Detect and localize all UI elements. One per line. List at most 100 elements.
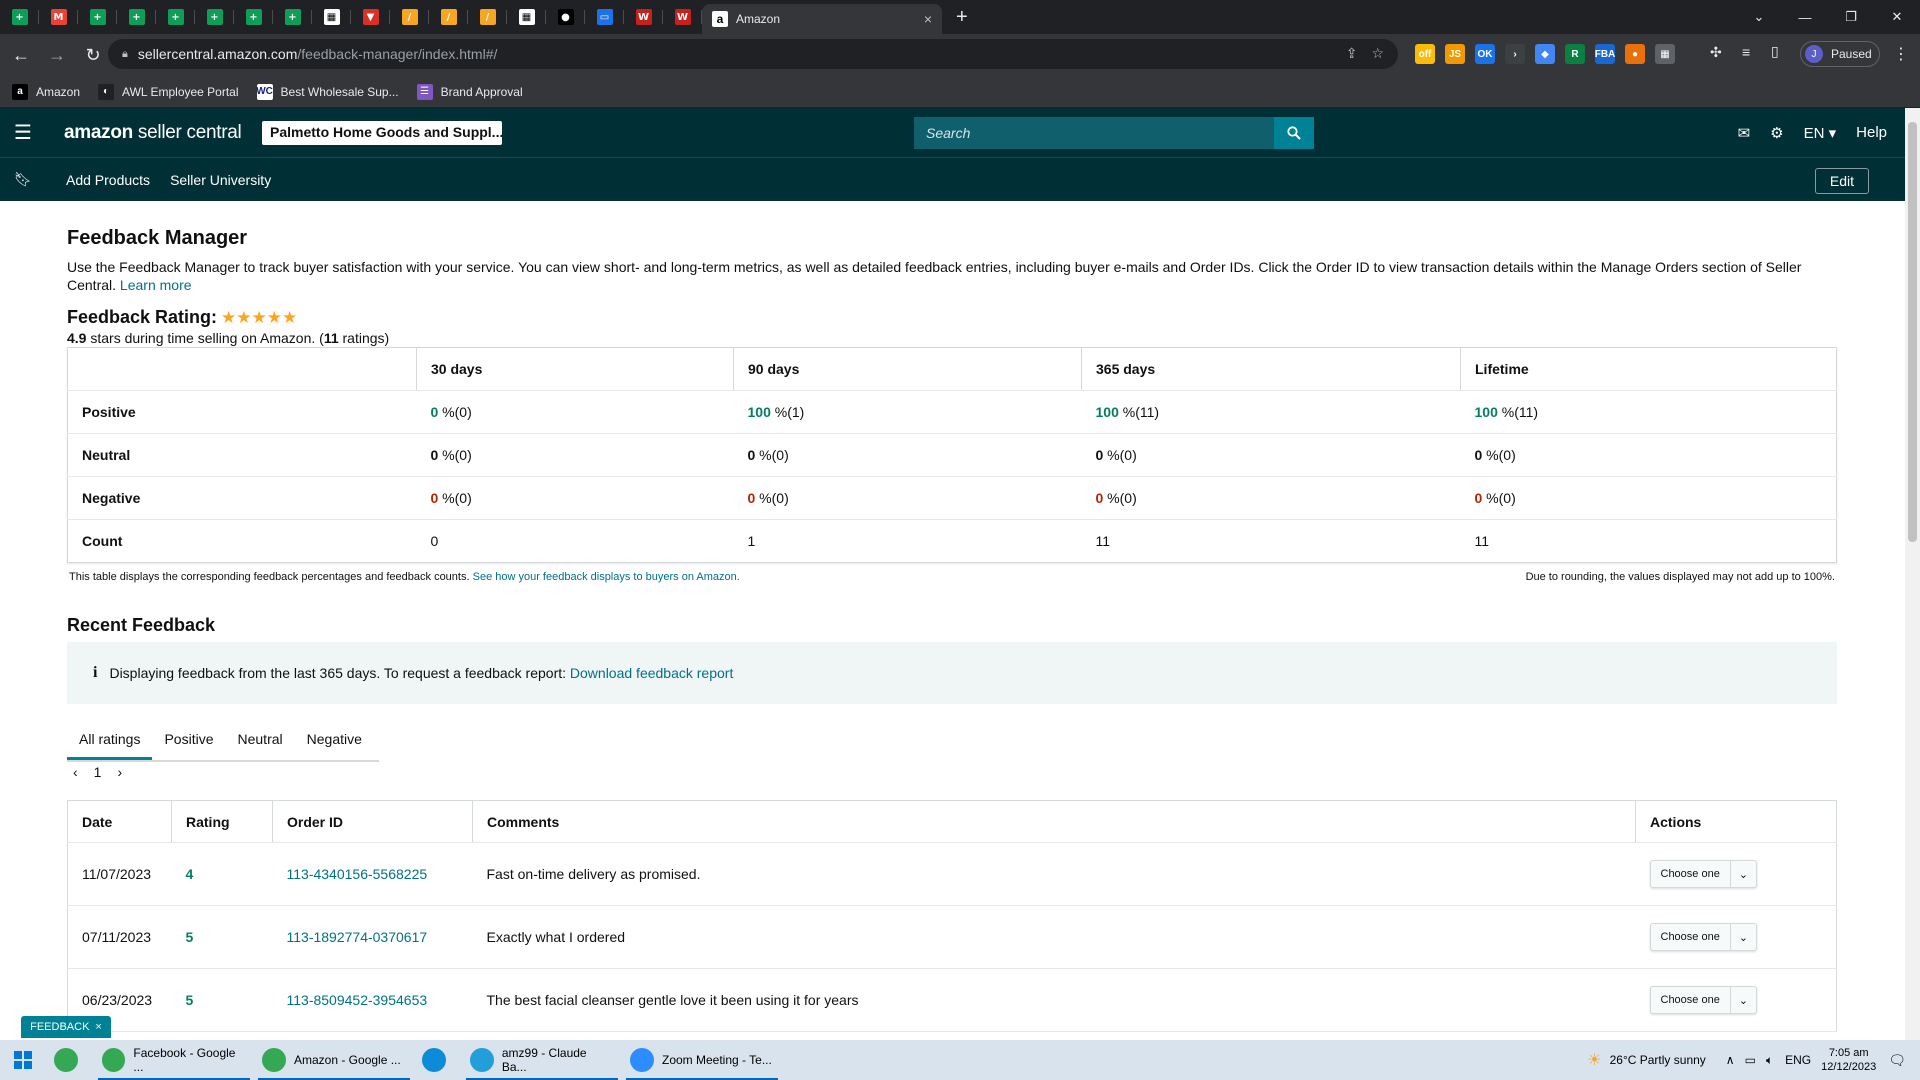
bookmark-item[interactable]: WC Best Wholesale Sup... (256, 83, 399, 100)
search-input[interactable] (914, 117, 1274, 149)
volume-icon[interactable]: 🔈︎ (1766, 1053, 1773, 1068)
lock-icon[interactable]: 🔒︎ (122, 48, 128, 61)
r-ext-icon[interactable]: R (1565, 44, 1585, 64)
pinned-tab[interactable]: + (273, 0, 312, 34)
language-selector[interactable]: EN ▾ (1804, 124, 1837, 142)
chevron-down-icon[interactable]: ⌄ (1729, 924, 1756, 950)
current-page[interactable]: 1 (94, 764, 102, 780)
nav-add-products[interactable]: Add Products (66, 172, 150, 188)
share-icon[interactable]: ⇪ (1346, 45, 1358, 62)
settings-gear-icon[interactable]: ⚙ (1770, 124, 1783, 142)
choose-action-dropdown[interactable]: Choose one ⌄ (1649, 986, 1757, 1014)
prev-page-icon[interactable]: ‹ (73, 764, 78, 780)
pinned-tab[interactable]: / (429, 0, 468, 34)
js-ext-icon[interactable]: JS (1445, 44, 1465, 64)
bookmark-item[interactable]: ◐ AWL Employee Portal (98, 83, 239, 100)
buyer-display-link[interactable]: See how your feedback displays to buyers… (473, 571, 740, 583)
edit-nav-button[interactable]: Edit (1814, 168, 1869, 194)
forward-icon[interactable]: → (42, 45, 72, 66)
pinned-tab[interactable]: + (117, 0, 156, 34)
hamburger-menu-icon[interactable]: ☰ (0, 120, 46, 145)
arrow-ext-icon[interactable]: › (1505, 44, 1525, 64)
close-window-icon[interactable]: ✕ (1874, 9, 1920, 25)
close-icon[interactable]: × (95, 1021, 101, 1033)
clock[interactable]: 7:05 am 12/12/2023 (1821, 1046, 1876, 1074)
help-link[interactable]: Help (1856, 124, 1887, 141)
minimize-icon[interactable]: — (1782, 10, 1828, 25)
active-tab[interactable]: a Amazon × (702, 4, 942, 34)
bookmark-item[interactable]: a Amazon (12, 83, 80, 100)
pinned-tab[interactable]: + (0, 0, 39, 34)
chevron-down-icon[interactable]: ⌄ (1729, 987, 1756, 1013)
pinned-tab[interactable]: + (156, 0, 195, 34)
pinned-tab[interactable]: / (390, 0, 429, 34)
bookmark-item[interactable]: ☰ Brand Approval (416, 83, 523, 100)
next-page-icon[interactable]: › (117, 764, 122, 780)
off-ext-icon[interactable]: off (1415, 44, 1435, 64)
order-id-link[interactable]: 113-1892774-0370617 (287, 929, 428, 945)
pinned-tab[interactable]: ● (546, 0, 585, 34)
ok-ext-icon[interactable]: OK (1475, 44, 1495, 64)
windows-start-icon[interactable] (0, 1051, 46, 1069)
side-panel-icon[interactable]: ▯ (1771, 43, 1779, 60)
pinned-tab[interactable]: / (468, 0, 507, 34)
new-tab-button[interactable]: + (956, 6, 968, 29)
nav-seller-university[interactable]: Seller University (170, 172, 271, 188)
tab-all-ratings[interactable]: All ratings (67, 720, 153, 760)
tab-search-icon[interactable]: ⌄ (1736, 9, 1782, 25)
order-id-link[interactable]: 113-8509452-3954653 (287, 992, 428, 1008)
download-report-link[interactable]: Download feedback report (570, 665, 733, 681)
pinned-tab[interactable]: ▦ (312, 0, 351, 34)
network-icon[interactable]: ▭ (1745, 1053, 1756, 1067)
feedback-widget-button[interactable]: FEEDBACK × (21, 1016, 111, 1038)
menu-kebab-icon[interactable]: ⋮ (1893, 44, 1909, 64)
pinned-tab[interactable]: + (78, 0, 117, 34)
taskbar-app[interactable]: Facebook - Google ... (94, 1040, 254, 1080)
search-button[interactable] (1274, 117, 1314, 149)
chevron-down-icon[interactable]: ⌄ (1729, 861, 1756, 887)
tray-chevron-icon[interactable]: ∧ (1726, 1053, 1735, 1067)
grid-ext-icon[interactable]: ▦ (1655, 44, 1675, 64)
order-id-link[interactable]: 113-4340156-5568225 (287, 866, 428, 882)
pinned-tab[interactable]: ▦ (507, 0, 546, 34)
weather-icon[interactable]: ☀ (1587, 1050, 1601, 1070)
language-indicator[interactable]: ENG (1785, 1053, 1811, 1067)
diamond-ext-icon[interactable]: ◆ (1535, 44, 1555, 64)
pinned-tab[interactable]: W (663, 0, 702, 34)
tab-neutral[interactable]: Neutral (226, 720, 295, 760)
bookmark-star-icon[interactable]: ☆ (1371, 45, 1384, 62)
taskbar-app[interactable] (414, 1040, 462, 1080)
learn-more-link[interactable]: Learn more (120, 277, 192, 293)
circle-ext-icon[interactable]: ● (1625, 44, 1645, 64)
mail-icon[interactable]: ✉ (1738, 124, 1751, 142)
pinned-tab[interactable]: ▭ (585, 0, 624, 34)
pinned-tab[interactable]: M (39, 0, 78, 34)
taskbar-app[interactable]: amz99 - Claude Ba... (462, 1040, 622, 1080)
scrollbar-thumb[interactable] (1908, 122, 1917, 542)
taskbar-app[interactable]: Amazon - Google ... (254, 1040, 414, 1080)
choose-action-dropdown[interactable]: Choose one ⌄ (1649, 923, 1757, 951)
seller-central-logo[interactable]: amazon seller central (64, 122, 242, 144)
omnibox[interactable]: 🔒︎ sellercentral.amazon.com/feedback-man… (108, 39, 1398, 69)
pinned-tab[interactable]: ▼ (351, 0, 390, 34)
close-tab-icon[interactable]: × (924, 11, 932, 27)
pinned-tab[interactable]: + (195, 0, 234, 34)
pinned-tab[interactable]: + (234, 0, 273, 34)
back-icon[interactable]: ← (6, 45, 36, 66)
taskbar-app[interactable]: Zoom Meeting - Te... (622, 1040, 782, 1080)
fba-ext-icon[interactable]: FBA (1595, 44, 1615, 64)
tab-positive[interactable]: Positive (152, 720, 225, 760)
profile-button[interactable]: J Paused (1800, 41, 1880, 67)
notifications-icon[interactable]: 🗨︎ (1888, 1052, 1906, 1069)
reload-icon[interactable]: ↻ (78, 45, 108, 66)
choose-action-dropdown[interactable]: Choose one ⌄ (1649, 860, 1757, 888)
store-selector[interactable]: Palmetto Home Goods and Suppl... (262, 121, 502, 145)
taskbar-app[interactable] (46, 1040, 94, 1080)
bookmark-icon[interactable]: 🔖︎ (0, 171, 46, 188)
tab-negative[interactable]: Negative (295, 720, 374, 760)
page-scrollbar[interactable] (1905, 108, 1920, 1040)
media-icon[interactable]: ≡ (1742, 44, 1750, 60)
restore-icon[interactable]: ❐ (1828, 9, 1874, 25)
puzzle-icon[interactable]: ✣ (1710, 44, 1722, 61)
pinned-tab[interactable]: W (624, 0, 663, 34)
